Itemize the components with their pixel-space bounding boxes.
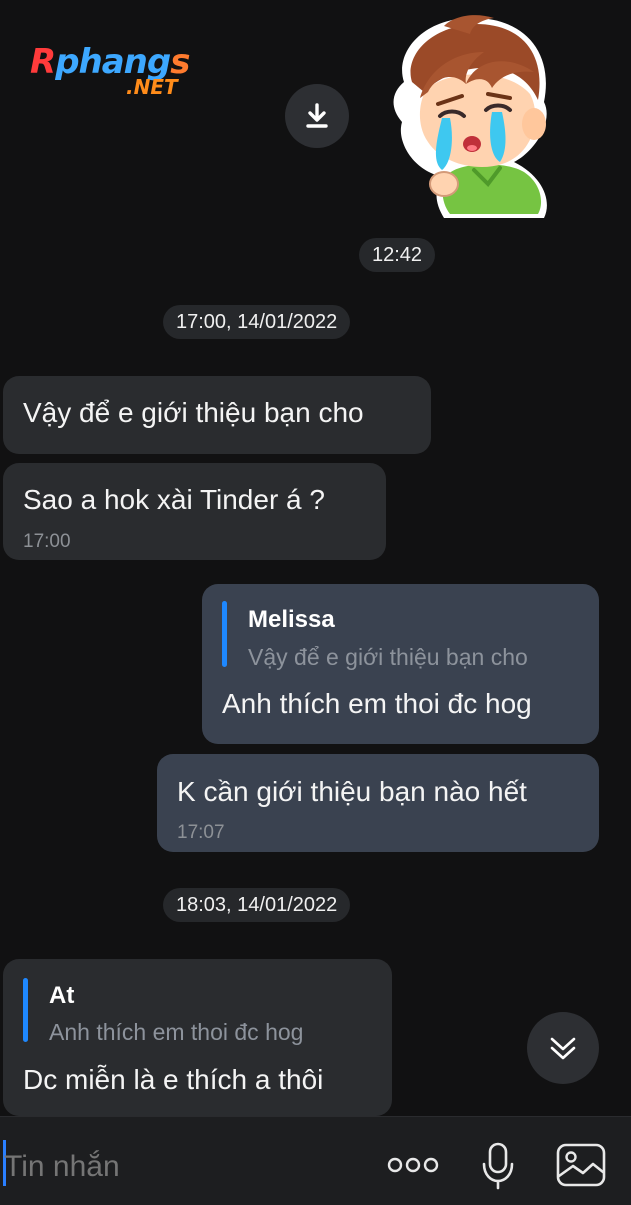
message-text: Sao a hok xài Tinder á ?: [23, 484, 325, 515]
reply-quote-bar: [23, 978, 28, 1042]
message-text: K cần giới thiệu bạn nào hết: [177, 776, 527, 807]
download-icon: [306, 103, 328, 128]
message-timestamp: 17:00: [23, 531, 71, 552]
image-icon: [556, 1143, 606, 1187]
message-text: Anh thích em thoi đc hog: [222, 688, 532, 719]
reply-quote-author: At: [49, 982, 75, 1009]
reply-quote-text: Anh thích em thoi đc hog: [49, 1019, 304, 1045]
message-input[interactable]: [4, 1147, 364, 1187]
microphone-icon: [482, 1142, 514, 1190]
date-separator: 18:03, 14/01/2022: [163, 888, 351, 922]
date-separator: 17:00, 14/01/2022: [163, 305, 351, 339]
crying-boy-sticker[interactable]: [384, 12, 560, 220]
message-text: Dc miễn là e thích a thôi: [23, 1064, 324, 1095]
scroll-to-bottom-button[interactable]: [527, 1012, 599, 1084]
time-separator: 12:42: [359, 238, 436, 272]
more-dots-icon: [387, 1157, 439, 1173]
microphone-button[interactable]: [474, 1138, 522, 1194]
message-bubble-outgoing[interactable]: K cần giới thiệu bạn nào hết 17:07: [157, 754, 599, 852]
chevron-double-down-icon: [550, 1037, 576, 1060]
message-text: Vậy để e giới thiệu bạn cho: [23, 397, 364, 428]
reply-quote-text: Vậy để e giới thiệu bạn cho: [248, 644, 528, 670]
download-button[interactable]: [285, 84, 349, 148]
message-bubble-incoming[interactable]: Vậy để e giới thiệu bạn cho: [3, 376, 431, 454]
message-timestamp: 17:07: [177, 822, 225, 843]
message-bubble-incoming[interactable]: At Anh thích em thoi đc hog Dc miễn là e…: [3, 959, 392, 1116]
reply-quote-bar: [222, 601, 227, 667]
reply-quote-author: Melissa: [248, 606, 335, 633]
image-button[interactable]: [553, 1140, 609, 1190]
message-bubble-incoming[interactable]: Sao a hok xài Tinder á ? 17:00: [3, 463, 386, 560]
more-button[interactable]: [384, 1144, 442, 1186]
message-bubble-outgoing[interactable]: Melissa Vậy để e giới thiệu bạn cho Anh …: [202, 584, 599, 744]
watermark-logo: Rphangs .NET: [30, 42, 190, 98]
logo-letter-r: R: [30, 42, 56, 82]
